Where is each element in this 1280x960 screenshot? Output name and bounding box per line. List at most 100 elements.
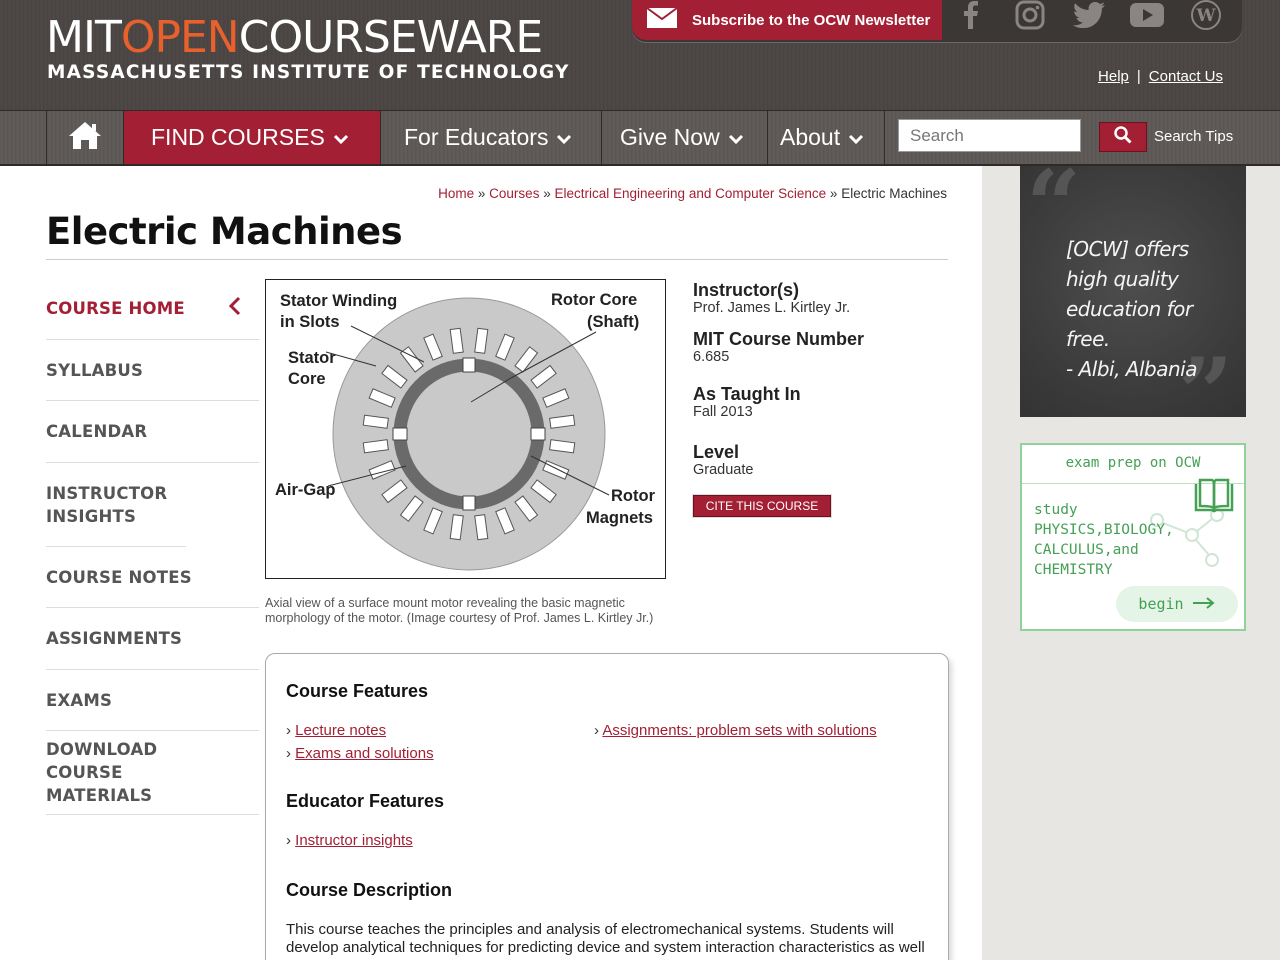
instagram-icon[interactable] <box>1010 0 1050 30</box>
subscribe-label: Subscribe to the OCW Newsletter <box>692 11 931 29</box>
taught-in-value: Fall 2013 <box>693 404 753 420</box>
sidebar-item-label: COURSE HOME <box>46 299 185 318</box>
feature-link-label[interactable]: Instructor insights <box>295 832 413 849</box>
subscribe-button[interactable]: Subscribe to the OCW Newsletter <box>632 0 942 40</box>
course-number-value: 6.685 <box>693 349 730 365</box>
logo-open: OPEN <box>120 12 240 63</box>
label-stator-winding-1: Stator Winding <box>280 292 397 310</box>
breadcrumb-separator: » <box>477 186 486 201</box>
sidebar-item-course-notes[interactable]: COURSE NOTES <box>46 547 259 608</box>
sidebar-item-label: SYLLABUS <box>46 360 144 380</box>
label-stator-core-2: Core <box>288 370 326 388</box>
search-tips-link[interactable]: Search Tips <box>1154 128 1233 145</box>
sidebar-item-assignments[interactable]: ASSIGNMENTS <box>46 608 259 670</box>
label-rotor-magnets-1: Rotor <box>611 487 656 505</box>
nav-give-now[interactable]: Give Now <box>602 111 768 164</box>
course-sidebar: COURSE HOME SYLLABUS CALENDAR INSTRUCTOR… <box>46 278 259 815</box>
site-header: MITOPENCOURSEWARE MASSACHUSETTS INSTITUT… <box>0 0 1280 110</box>
exam-study-label: study <box>1034 502 1078 518</box>
course-description-heading: Course Description <box>286 880 453 900</box>
label-stator-core-1: Stator <box>288 349 336 367</box>
sidebar-item-exams[interactable]: EXAMS <box>46 670 259 731</box>
rotor-magnet <box>392 427 408 441</box>
svg-text:W: W <box>1195 6 1216 26</box>
breadcrumb-home[interactable]: Home <box>438 186 474 201</box>
nav-for-educators-label: For Educators <box>404 124 549 150</box>
instructor-value: Prof. James L. Kirtley Jr. <box>693 300 851 316</box>
chevron-left-icon <box>228 296 241 322</box>
feature-link-instructor-insights[interactable]: Instructor insights <box>286 832 413 849</box>
chevron-down-icon <box>728 124 744 151</box>
sidebar-item-instructor-insights[interactable]: INSTRUCTOR INSIGHTS <box>46 463 186 547</box>
chevron-down-icon <box>848 124 864 151</box>
cite-this-course-button[interactable]: CITE THIS COURSE <box>693 495 831 517</box>
label-rotor-core-2: (Shaft) <box>587 313 639 331</box>
course-number-label: MIT Course Number <box>693 329 865 349</box>
quote-body: [OCW] offers high quality education for … <box>1066 237 1193 351</box>
search-button[interactable] <box>1099 122 1147 152</box>
instructor-label: Instructor(s) <box>693 280 800 300</box>
nav-about[interactable]: About <box>768 111 885 164</box>
sidebar-item-label: INSTRUCTOR INSIGHTS <box>46 483 168 526</box>
page-title: Electric Machines <box>46 210 403 253</box>
chevron-down-icon <box>333 124 349 151</box>
feature-link-label[interactable]: Lecture notes <box>295 722 386 739</box>
sidebar-item-label: DOWNLOAD COURSE MATERIALS <box>46 740 158 805</box>
sidebar-item-syllabus[interactable]: SYLLABUS <box>46 340 259 401</box>
nav-home[interactable] <box>46 111 124 164</box>
feature-link-label[interactable]: Exams and solutions <box>295 745 433 762</box>
main-nav: FIND COURSES For Educators Give Now Abou… <box>0 110 1280 166</box>
sidebar-item-label: EXAMS <box>46 690 113 710</box>
youtube-icon[interactable] <box>1127 0 1167 30</box>
search-icon <box>1114 125 1132 149</box>
home-icon <box>67 120 103 156</box>
motor-diagram: Stator Winding in Slots Rotor Core (Shaf… <box>275 291 656 571</box>
exam-prep-banner[interactable]: exam prep on OCW study PHYSICS,BIOLOGY, … <box>1020 443 1246 631</box>
level-value: Graduate <box>693 462 754 478</box>
nav-give-now-label: Give Now <box>620 124 720 150</box>
chevron-down-icon <box>556 124 572 151</box>
exam-subjects: PHYSICS,BIOLOGY, CALCULUS,and CHEMISTRY <box>1034 522 1174 578</box>
breadcrumb-current: Electric Machines <box>841 186 947 201</box>
label-rotor-magnets-2: Magnets <box>586 509 653 527</box>
nav-about-label: About <box>780 124 841 150</box>
help-links: Help | Contact Us <box>1098 68 1223 85</box>
learner-quote-banner[interactable]: “ ” [OCW] offers high quality education … <box>1020 158 1246 442</box>
contact-us-link[interactable]: Contact Us <box>1149 68 1223 85</box>
sidebar-item-course-home[interactable]: COURSE HOME <box>46 278 259 340</box>
sidebar-item-download-course-materials[interactable]: DOWNLOAD COURSE MATERIALS <box>46 731 259 815</box>
help-separator: | <box>1136 68 1141 85</box>
label-stator-winding-2: in Slots <box>280 313 340 331</box>
wordpress-icon[interactable]: W <box>1186 0 1226 30</box>
feature-link-exams[interactable]: Exams and solutions <box>286 745 433 762</box>
breadcrumb-department[interactable]: Electrical Engineering and Computer Scie… <box>555 186 827 201</box>
course-features-heading: Course Features <box>286 681 429 701</box>
exam-prep-heading: exam prep on OCW <box>1022 455 1244 484</box>
rotor-magnet <box>462 357 476 373</box>
ocw-logo[interactable]: MITOPENCOURSEWARE <box>46 12 543 63</box>
course-features-panel: Course Features Lecture notes Exams and … <box>265 653 949 960</box>
quote-text: [OCW] offers high quality education for … <box>1066 234 1236 384</box>
course-image: Stator Winding in Slots Rotor Core (Shaf… <box>265 279 666 579</box>
educator-features-heading: Educator Features <box>286 791 445 811</box>
nav-for-educators[interactable]: For Educators <box>381 111 602 164</box>
twitter-icon[interactable] <box>1069 0 1109 30</box>
label-rotor-core-1: Rotor Core <box>551 291 637 309</box>
envelope-icon <box>646 7 678 33</box>
facebook-icon[interactable] <box>951 0 991 30</box>
nav-find-courses[interactable]: FIND COURSES <box>124 111 381 164</box>
exam-begin-label: begin <box>1138 595 1184 613</box>
exam-begin-button[interactable]: begin <box>1116 586 1238 622</box>
feature-link-lecture-notes[interactable]: Lecture notes <box>286 722 386 739</box>
help-link[interactable]: Help <box>1098 68 1129 85</box>
quote-attribution: - Albi, Albania <box>1066 357 1197 381</box>
image-caption: Axial view of a surface mount motor reve… <box>265 596 654 625</box>
feature-link-assignments[interactable]: Assignments: problem sets with solutions <box>594 722 876 739</box>
title-divider <box>46 259 948 260</box>
feature-link-label[interactable]: Assignments: problem sets with solutions <box>602 722 876 739</box>
breadcrumb-courses[interactable]: Courses <box>489 186 539 201</box>
rotor-magnet <box>530 427 546 441</box>
search-input[interactable] <box>898 119 1081 152</box>
logo-subtitle: MASSACHUSETTS INSTITUTE OF TECHNOLOGY <box>47 62 570 83</box>
sidebar-item-calendar[interactable]: CALENDAR <box>46 401 259 463</box>
